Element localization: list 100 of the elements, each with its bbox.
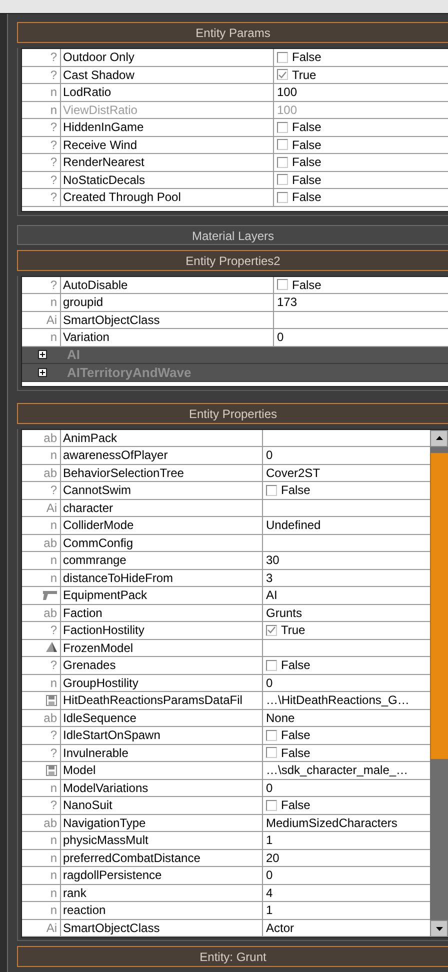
type-glyph: ? (50, 482, 57, 498)
property-name: groupid (61, 294, 274, 310)
property-value: False (292, 49, 322, 66)
property-name: awarenessOfPlayer (61, 447, 263, 464)
property-value[interactable]: 1 (266, 902, 273, 918)
checkbox[interactable] (277, 156, 288, 168)
property-name: ViewDistRatio (61, 102, 274, 118)
property-value[interactable]: 30 (266, 552, 280, 568)
property-value[interactable]: Actor (266, 920, 294, 936)
down-arrow-icon (436, 926, 442, 930)
property-value[interactable]: None (266, 710, 295, 726)
property-value[interactable]: 4 (266, 884, 273, 901)
type-glyph: n (50, 867, 57, 884)
type-glyph: n (50, 780, 57, 796)
property-value[interactable]: …\HitDeathReactions_G… (266, 692, 410, 708)
expand-icon[interactable] (38, 368, 47, 377)
property-name: FrozenModel (61, 640, 263, 656)
property-value: False (292, 119, 322, 136)
type-glyph: n (50, 294, 57, 310)
property-name: Variation (61, 329, 274, 346)
property-name: reaction (61, 902, 263, 918)
type-glyph: n (50, 102, 57, 118)
property-value[interactable]: 20 (266, 850, 280, 866)
property-value[interactable]: 0 (266, 867, 273, 884)
scrollbar[interactable] (430, 430, 448, 937)
property-name: CannotSwim (61, 482, 263, 498)
checkbox[interactable] (266, 730, 277, 741)
type-glyph: n (50, 552, 57, 568)
checkbox[interactable] (266, 484, 277, 496)
cone-icon (46, 642, 57, 654)
property-value: False (292, 154, 322, 170)
property-name: CommConfig (61, 534, 263, 551)
property-value: False (292, 189, 322, 206)
checkbox[interactable] (266, 660, 277, 671)
property-value[interactable]: Cover2ST (266, 464, 320, 481)
expand-icon[interactable] (38, 350, 47, 360)
checkbox[interactable] (277, 174, 288, 186)
property-name: Created Through Pool (61, 189, 274, 206)
type-glyph: n (50, 850, 57, 866)
section-header[interactable]: Entity: Grunt (17, 946, 448, 967)
checkbox[interactable] (266, 624, 277, 636)
property-name: Cast Shadow (61, 66, 274, 83)
type-glyph: ? (50, 172, 57, 188)
type-glyph: Ai (46, 312, 57, 328)
property-value[interactable]: 0 (277, 329, 284, 346)
property-name: rank (61, 884, 263, 901)
property-value[interactable]: 0 (266, 447, 273, 464)
type-glyph: ? (50, 49, 57, 66)
checkbox[interactable] (266, 800, 277, 811)
type-glyph: n (50, 517, 57, 534)
property-value: False (281, 482, 310, 498)
property-value[interactable]: MediumSizedCharacters (266, 814, 398, 831)
property-name: Model (61, 762, 263, 778)
property-value[interactable]: 0 (266, 780, 273, 796)
property-name: IdleSequence (61, 710, 263, 726)
scroll-down-button[interactable] (430, 920, 448, 937)
property-value[interactable]: 173 (277, 294, 298, 310)
property-name: Outdoor Only (61, 49, 274, 66)
checkbox[interactable] (266, 747, 277, 758)
property-value: False (281, 727, 310, 744)
section-header[interactable]: Entity Params (17, 22, 448, 43)
property-name: FactionHostility (61, 622, 263, 638)
scroll-thumb[interactable] (430, 452, 448, 758)
up-arrow-icon (436, 436, 442, 440)
checkbox[interactable] (277, 279, 288, 290)
checkbox[interactable] (277, 69, 288, 80)
type-glyph: ? (50, 154, 57, 170)
scroll-up-button[interactable] (430, 430, 448, 446)
property-value[interactable]: Undefined (266, 517, 321, 534)
checkbox[interactable] (277, 122, 288, 133)
type-glyph: ? (50, 797, 57, 814)
checkbox[interactable] (277, 52, 288, 63)
property-value[interactable]: 100 (277, 84, 298, 100)
property-value[interactable]: 3 (266, 570, 273, 586)
property-value[interactable]: 0 (266, 674, 273, 691)
property-name: NavigationType (61, 814, 263, 831)
property-name: distanceToHideFrom (61, 570, 263, 586)
property-value[interactable]: Grunts (266, 604, 302, 621)
checkbox[interactable] (277, 192, 288, 203)
type-glyph: ab (44, 604, 57, 621)
section-header[interactable]: Entity Properties (17, 402, 448, 424)
type-glyph: ab (44, 430, 57, 446)
checkbox[interactable] (277, 139, 288, 150)
property-value: False (281, 657, 310, 674)
property-name: BehaviorSelectionTree (61, 464, 263, 481)
type-glyph: n (50, 447, 57, 464)
property-value[interactable]: 1 (266, 832, 273, 848)
property-name: HitDeathReactionsParamsDataFil (61, 692, 263, 708)
section-header[interactable]: Entity Properties2 (17, 250, 448, 270)
property-name: commrange (61, 552, 263, 568)
type-glyph: n (50, 884, 57, 901)
property-name: SmartObjectClass (61, 920, 263, 936)
type-glyph: ? (50, 657, 57, 674)
property-value[interactable]: AI (266, 587, 278, 604)
property-value[interactable]: …\sdk_character_male_… (266, 762, 408, 778)
property-value: False (292, 136, 322, 153)
type-glyph: ? (50, 276, 57, 293)
property-name: character (61, 500, 263, 516)
type-glyph: ? (50, 727, 57, 744)
section-header[interactable]: Material Layers (17, 224, 448, 244)
